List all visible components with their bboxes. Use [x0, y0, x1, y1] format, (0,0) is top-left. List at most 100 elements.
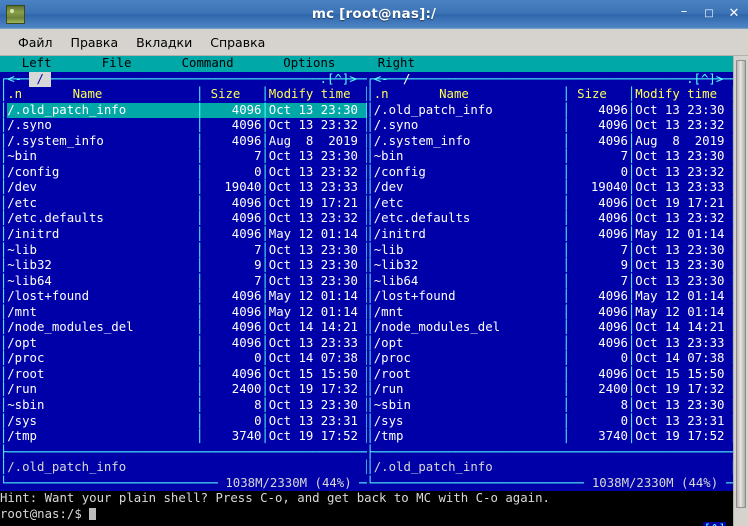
table-row[interactable]: │~bin│7│Oct 13 23:30│ [0, 149, 367, 165]
table-row[interactable]: │/etc.defaults│4096│Oct 13 23:32│ [0, 211, 367, 227]
panel-history-prev-right[interactable]: <- [374, 72, 389, 88]
table-row[interactable]: │/opt│4096│Oct 13 23:33│ [0, 336, 367, 352]
table-row[interactable]: │~lib32│9│Oct 13 23:30│ [0, 258, 367, 274]
file-size: 4096 [570, 305, 628, 321]
panel-path-right[interactable]: / [396, 72, 418, 88]
table-row[interactable]: │/opt│4096│Oct 13 23:33│ [367, 336, 734, 352]
file-mtime: Oct 15 15:50 [269, 367, 363, 383]
file-panel-left[interactable]: ┌───────────────────────────────────────… [0, 72, 367, 492]
table-row[interactable]: │/.old_patch_info│4096│Oct 13 23:30│ [367, 103, 734, 119]
mc-menu-item-file[interactable]: File [102, 56, 132, 72]
file-name: /initrd [7, 227, 196, 243]
column-sort-indicator-left[interactable]: .n [7, 87, 22, 103]
file-name: ~lib64 [7, 274, 196, 290]
table-row[interactable]: │/initrd│4096│May 12 01:14│ [0, 227, 367, 243]
column-header-size-left[interactable]: Size [211, 87, 241, 103]
table-row[interactable]: │/mnt│4096│May 12 01:14│ [0, 305, 367, 321]
table-row[interactable]: │/.system_info│4096│Aug 8 2019│ [367, 134, 734, 150]
mc-menu-item-command[interactable]: Command [182, 56, 234, 72]
column-header-size-right[interactable]: Size [577, 87, 607, 103]
table-row[interactable]: │/sys│0│Oct 13 23:31│ [367, 414, 734, 430]
file-mtime: Oct 13 23:30 [635, 258, 729, 274]
file-mtime: Oct 13 23:32 [635, 165, 729, 181]
column-header-mtime-left[interactable]: Modify time [269, 87, 351, 103]
file-mtime: Oct 15 15:50 [635, 367, 729, 383]
file-name: ~lib [374, 243, 563, 259]
gtk-menu-item-file[interactable]: Файл [9, 33, 62, 52]
mc-menu-item-left[interactable]: Left [22, 56, 52, 72]
file-size: 0 [203, 414, 261, 430]
maximize-button[interactable]: □ [702, 7, 716, 21]
table-row[interactable]: │~lib32│9│Oct 13 23:30│ [367, 258, 734, 274]
panel-history-prev-left[interactable]: <- [7, 72, 22, 88]
table-row[interactable]: │/etc│4096│Oct 19 17:21│ [0, 196, 367, 212]
table-row[interactable]: │~sbin│8│Oct 13 23:30│ [0, 398, 367, 414]
table-row[interactable]: │/dev│19040│Oct 13 23:33│ [367, 180, 734, 196]
file-mtime: Oct 13 23:33 [269, 336, 363, 352]
table-row[interactable]: │/config│0│Oct 13 23:32│ [0, 165, 367, 181]
file-name: /opt [7, 336, 196, 352]
table-row[interactable]: │/proc│0│Oct 14 07:38│ [0, 351, 367, 367]
table-row[interactable]: │/dev│19040│Oct 13 23:33│ [0, 180, 367, 196]
table-row[interactable]: │~bin│7│Oct 13 23:30│ [367, 149, 734, 165]
table-row[interactable]: │/node_modules_del│4096│Oct 14 14:21│ [367, 320, 734, 336]
panel-path-left[interactable]: / [29, 72, 51, 88]
table-row[interactable]: │/etc│4096│Oct 19 17:21│ [367, 196, 734, 212]
table-row[interactable]: │/lost+found│4096│May 12 01:14│ [367, 289, 734, 305]
table-row[interactable]: │/.syno│4096│Oct 13 23:32│ [367, 118, 734, 134]
close-button[interactable]: ✕ [727, 7, 741, 21]
terminal-screen[interactable]: Left File Command Options Right ┌───────────… [0, 56, 733, 526]
window-titlebar[interactable]: mc [root@nas]:/ – □ ✕ [0, 0, 748, 29]
mc-menu-item-options[interactable]: Options [283, 56, 335, 72]
table-row[interactable]: │/config│0│Oct 13 23:32│ [367, 165, 734, 181]
table-row[interactable]: │/node_modules_del│4096│Oct 14 14:21│ [0, 320, 367, 336]
scrollbar-thumb[interactable] [736, 60, 746, 508]
table-row[interactable]: │/initrd│4096│May 12 01:14│ [367, 227, 734, 243]
file-name: /run [7, 382, 196, 398]
table-row[interactable]: │~lib│7│Oct 13 23:30│ [367, 243, 734, 259]
table-row[interactable]: │/tmp│3740│Oct 19 17:52│ [0, 429, 367, 445]
table-row[interactable]: │/tmp│3740│Oct 19 17:52│ [367, 429, 734, 445]
file-name: /opt [374, 336, 563, 352]
table-row[interactable]: │/root│4096│Oct 15 15:50│ [0, 367, 367, 383]
gtk-menu-item-help[interactable]: Справка [201, 33, 274, 52]
scroll-up-mark[interactable]: [^] [703, 522, 725, 526]
file-name: /run [374, 382, 563, 398]
gtk-menu-item-tabs[interactable]: Вкладки [127, 33, 201, 52]
table-row[interactable]: │/lost+found│4096│May 12 01:14│ [0, 289, 367, 305]
command-line[interactable]: root@nas:/$ [0, 507, 733, 523]
mc-menu-item-right[interactable]: Right [378, 56, 415, 72]
panel-bottom-frame-left: └───────────────────────────────────────… [0, 476, 367, 492]
table-row[interactable]: │/.old_patch_info│4096│Oct 13 23:30│ [0, 103, 367, 119]
table-row[interactable]: │~lib│7│Oct 13 23:30│ [0, 243, 367, 259]
table-row[interactable]: │/sys│0│Oct 13 23:31│ [0, 414, 367, 430]
table-row[interactable]: │/mnt│4096│May 12 01:14│ [367, 305, 734, 321]
column-header-name-left[interactable]: Name [73, 87, 103, 103]
table-row[interactable]: │~sbin│8│Oct 13 23:30│ [367, 398, 734, 414]
table-row[interactable]: │/root│4096│Oct 15 15:50│ [367, 367, 734, 383]
column-header-name-right[interactable]: Name [439, 87, 469, 103]
terminal-scrollbar[interactable] [733, 56, 748, 526]
column-header-mtime-right[interactable]: Modify time [635, 87, 717, 103]
panel-history-next-right[interactable]: .[^]> [686, 72, 723, 88]
file-size: 4096 [570, 211, 628, 227]
table-row[interactable]: │/proc│0│Oct 14 07:38│ [367, 351, 734, 367]
table-row[interactable]: │/.system_info│4096│Aug 8 2019│ [0, 134, 367, 150]
file-size: 8 [203, 398, 261, 414]
table-row[interactable]: │/run│2400│Oct 19 17:32│ [367, 382, 734, 398]
table-row[interactable]: │/run│2400│Oct 19 17:32│ [0, 382, 367, 398]
table-row[interactable]: │/.syno│4096│Oct 13 23:32│ [0, 118, 367, 134]
gtk-menu-item-edit[interactable]: Правка [62, 33, 128, 52]
text-cursor [89, 508, 96, 520]
file-panel-right[interactable]: ┌───────────────────────────────────────… [367, 72, 734, 492]
table-row[interactable]: │/etc.defaults│4096│Oct 13 23:32│ [367, 211, 734, 227]
file-size: 4096 [203, 336, 261, 352]
table-row[interactable]: │~lib64│7│Oct 13 23:30│ [367, 274, 734, 290]
table-row[interactable]: │~lib64│7│Oct 13 23:30│ [0, 274, 367, 290]
column-sort-indicator-right[interactable]: .n [374, 87, 389, 103]
panel-history-next-left[interactable]: .[^]> [320, 72, 357, 88]
file-size: 4096 [570, 320, 628, 336]
minimize-button[interactable]: – [677, 7, 691, 21]
file-size: 8 [570, 398, 628, 414]
file-mtime: Oct 14 07:38 [269, 351, 363, 367]
